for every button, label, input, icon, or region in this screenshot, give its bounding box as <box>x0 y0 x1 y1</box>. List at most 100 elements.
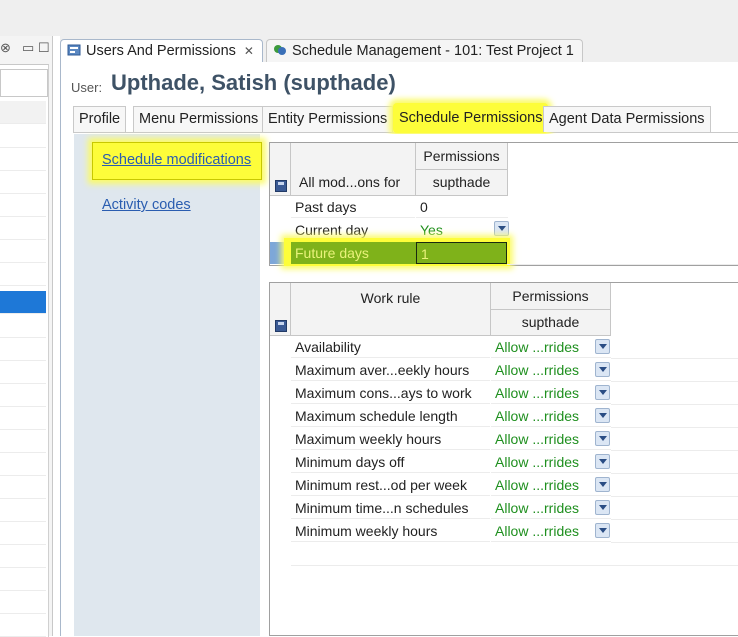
header-corner <box>270 283 291 336</box>
list-item[interactable] <box>0 476 46 499</box>
minimize-icon[interactable]: ▭ <box>22 40 34 56</box>
list-item[interactable] <box>0 384 46 407</box>
table-row[interactable]: Maximum aver...eekly hours Allow ...rride… <box>270 359 738 382</box>
tab-label: Profile <box>79 111 121 127</box>
list-item[interactable] <box>0 338 46 361</box>
tab-label: Users And Permissions <box>86 43 236 59</box>
list-item[interactable] <box>0 217 46 240</box>
page-title: Upthade, Satish (supthade) <box>111 70 396 95</box>
table-row[interactable]: Maximum cons...ays to work Allow ...rride… <box>270 382 738 405</box>
list-item[interactable] <box>0 148 46 171</box>
list-item[interactable] <box>0 240 46 263</box>
tab-users-and-permissions[interactable]: Users And Permissions ✕ <box>60 39 263 62</box>
work-rule-label: Maximum schedule length <box>291 405 490 427</box>
save-icon[interactable] <box>275 320 287 332</box>
maximize-icon[interactable]: ☐ <box>38 40 50 56</box>
close-icon[interactable]: ⊗ <box>0 40 11 56</box>
chevron-down-icon[interactable] <box>595 477 610 492</box>
list-item[interactable] <box>0 101 46 124</box>
users-permissions-editor: User: Upthade, Satish (supthade) Profile… <box>60 62 738 636</box>
chevron-down-icon[interactable] <box>595 408 610 423</box>
chevron-down-icon[interactable] <box>595 523 610 538</box>
permission-value[interactable]: Allow ...rrides <box>491 336 611 358</box>
row-filler <box>611 497 738 520</box>
list-item[interactable] <box>0 545 46 568</box>
table-row[interactable]: Minimum rest...od per week Allow ...rride… <box>270 474 738 497</box>
schedule-permissions-content: Schedule modifications Activity codes Al… <box>74 134 738 636</box>
tab-entity-permissions[interactable]: Entity Permissions <box>262 106 394 132</box>
permission-value[interactable]: Allow ...rrides <box>491 451 611 473</box>
list-item[interactable] <box>0 522 46 545</box>
list-item[interactable] <box>0 614 46 637</box>
window-top-strip <box>0 0 738 36</box>
work-rule-label: Maximum aver...eekly hours <box>291 359 490 381</box>
permission-value[interactable]: Allow ...rrides <box>491 520 611 542</box>
left-view-list <box>0 64 49 637</box>
chevron-down-icon[interactable] <box>595 431 610 446</box>
permissions-header: Permissions <box>491 283 611 310</box>
permission-value[interactable]: Allow ...rrides <box>491 359 611 381</box>
permission-value[interactable]: Allow ...rrides <box>491 428 611 450</box>
permissions-subtabs: Profile Menu Permissions Entity Permissi… <box>73 103 738 133</box>
list-item[interactable] <box>0 430 46 453</box>
chevron-down-icon[interactable] <box>494 221 509 236</box>
list-item[interactable] <box>0 453 46 476</box>
list-item[interactable] <box>0 194 46 217</box>
work-rule-table: Work rule Permissions supthade Availabil… <box>269 282 738 636</box>
save-icon[interactable] <box>275 180 287 192</box>
table-row[interactable]: Minimum days off Allow ...rrides <box>270 451 738 474</box>
table-row[interactable]: Availability Allow ...rrides <box>270 336 738 359</box>
schedule-modifications-table: All mod...ons for Permissions supthade P… <box>269 142 738 266</box>
tab-profile[interactable]: Profile <box>73 106 127 132</box>
tab-schedule-management[interactable]: Schedule Management - 101: Test Project … <box>266 39 583 62</box>
row-label-past-days: Past days <box>291 196 415 218</box>
header-corner <box>270 143 291 196</box>
list-item[interactable] <box>0 315 46 338</box>
chevron-down-icon[interactable] <box>595 500 610 515</box>
schedule-modifications-link[interactable]: Schedule modifications <box>102 152 251 168</box>
row-filler <box>611 405 738 428</box>
column-header-label: All mod...ons for <box>299 174 401 190</box>
list-item-selected[interactable] <box>0 291 46 314</box>
list-item[interactable] <box>0 125 46 148</box>
tab-agent-data-permissions[interactable]: Agent Data Permissions <box>543 106 711 132</box>
list-item[interactable] <box>0 171 46 194</box>
user-column-header: supthade <box>491 310 611 336</box>
row-filler <box>611 428 738 451</box>
table-row[interactable]: Maximum weekly hours Allow ...rrides <box>270 428 738 451</box>
column-header: All mod...ons for <box>291 143 416 196</box>
permission-value[interactable]: Allow ...rrides <box>491 474 611 496</box>
users-icon <box>67 44 81 56</box>
list-item[interactable] <box>0 361 46 384</box>
row-filler <box>507 242 738 265</box>
list-item[interactable] <box>0 263 46 286</box>
permission-value[interactable]: Allow ...rrides <box>491 497 611 519</box>
past-days-value[interactable]: 0 <box>416 196 508 218</box>
tab-label: Menu Permissions <box>139 111 259 127</box>
chevron-down-icon[interactable] <box>595 454 610 469</box>
list-item[interactable] <box>0 499 46 522</box>
permission-value[interactable]: Allow ...rrides <box>491 405 611 427</box>
schedule-icon <box>274 45 286 55</box>
column-header: Work rule <box>291 283 491 336</box>
list-item[interactable] <box>0 407 46 430</box>
chevron-down-icon[interactable] <box>595 362 610 377</box>
table-row[interactable]: Minimum weekly hours Allow ...rrides <box>270 520 738 543</box>
row-filler <box>611 451 738 474</box>
table-row[interactable]: Maximum schedule length Allow ...rrides <box>270 405 738 428</box>
chevron-down-icon[interactable] <box>595 339 610 354</box>
tab-label: Schedule Management - 101: Test Project … <box>292 43 574 59</box>
tab-schedule-permissions[interactable]: Schedule Permissions <box>393 103 549 133</box>
permissions-header: Permissions <box>416 143 508 170</box>
permission-value[interactable]: Allow ...rrides <box>491 382 611 404</box>
activity-codes-link[interactable]: Activity codes <box>102 197 191 213</box>
list-item[interactable] <box>0 568 46 591</box>
close-tab-icon[interactable]: ✕ <box>244 44 254 58</box>
list-item[interactable] <box>0 591 46 614</box>
future-days-value[interactable]: 1 <box>416 242 507 264</box>
tab-menu-permissions[interactable]: Menu Permissions <box>133 106 265 132</box>
row-label-future-days: Future days <box>295 245 369 261</box>
left-view-filter-input[interactable] <box>0 69 48 97</box>
chevron-down-icon[interactable] <box>595 385 610 400</box>
table-row[interactable]: Minimum time...n schedules Allow ...rride… <box>270 497 738 520</box>
